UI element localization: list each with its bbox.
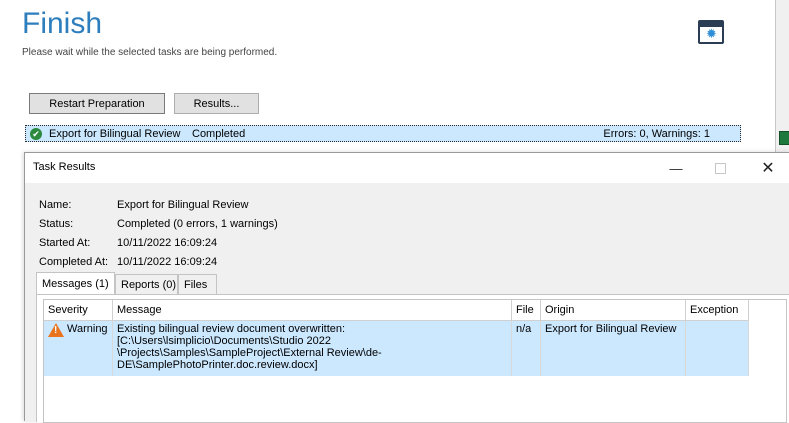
task-results-dialog: Task Results — ✕ Name: Export for Biling… [24,152,789,423]
task-row[interactable]: ✔ Export for Bilingual Review Completed … [25,125,741,142]
maximize-button[interactable] [705,157,735,179]
column-message[interactable]: Message [113,300,512,321]
column-exception[interactable]: Exception [686,300,749,321]
dialog-title: Task Results [33,161,96,173]
gear-icon: ✹ [706,26,717,41]
status-label: Status: [39,218,74,230]
maximize-icon [714,162,726,174]
message-line: \Projects\Samples\SampleProject\External… [117,347,382,359]
column-severity[interactable]: Severity [44,300,113,321]
name-label: Name: [39,199,72,211]
message-line: [C:\Users\lsimplicio\Documents\Studio 20… [117,335,331,347]
minimize-button[interactable]: — [661,157,691,179]
dialog-body: Name: Export for Bilingual Review Status… [25,183,789,423]
task-name: Export for Bilingual Review [49,128,181,140]
column-origin[interactable]: Origin [541,300,686,321]
tab-reports[interactable]: Reports (0) [115,274,178,294]
started-at-label: Started At: [39,237,91,249]
tab-files[interactable]: Files [178,274,217,294]
close-button[interactable]: ✕ [753,157,783,179]
message-line: Existing bilingual review document overw… [117,323,346,335]
page-subtitle: Please wait while the selected tasks are… [22,47,278,58]
severity-cell: Warning [44,321,113,376]
check-circle-icon: ✔ [30,128,42,140]
message-line: DE\SamplePhotoPrinter.doc.review.docx] [117,359,318,371]
exception-cell [686,321,749,376]
messages-grid: Severity Message File Origin Exception W… [43,299,787,423]
results-button[interactable]: Results... [174,93,259,114]
restart-preparation-button[interactable]: Restart Preparation [29,93,165,114]
completed-at-value: 10/11/2022 16:09:24 [117,256,218,268]
task-status: Completed [192,128,246,140]
file-cell: n/a [512,321,541,376]
page-title: Finish [22,7,103,40]
table-row[interactable]: Warning Existing bilingual review docume… [44,321,749,376]
column-file[interactable]: File [512,300,541,321]
status-value: Completed (0 errors, 1 warnings) [117,218,278,230]
completed-at-label: Completed At: [39,256,109,268]
messages-panel: Severity Message File Origin Exception W… [36,294,789,423]
warning-icon [48,323,64,337]
tab-messages[interactable]: Messages (1) [36,272,115,294]
excel-icon[interactable] [779,131,789,145]
name-value: Export for Bilingual Review [117,199,249,211]
settings-window-icon[interactable]: ✹ [698,20,724,44]
task-counts: Errors: 0, Warnings: 1 [603,128,710,140]
message-cell: Existing bilingual review document overw… [113,321,512,376]
origin-cell: Export for Bilingual Review [541,321,686,376]
started-at-value: 10/11/2022 16:09:24 [117,237,218,249]
severity-text: Warning [67,323,108,335]
